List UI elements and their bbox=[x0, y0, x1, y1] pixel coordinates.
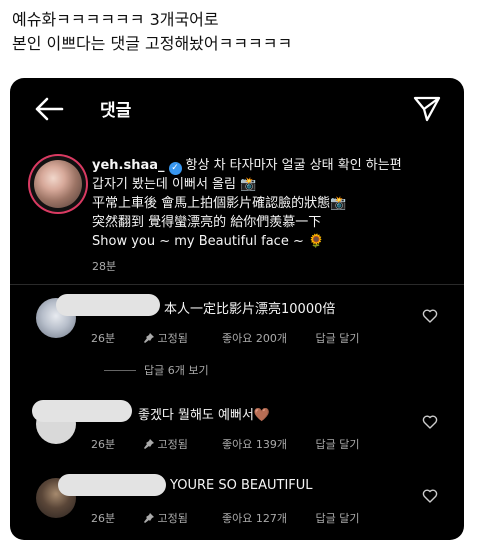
main-comment-text: yeh.shaa_ ✓ 항상 차 타자마자 얼굴 상태 확인 하는편 갑자기 봤는데… bbox=[92, 156, 452, 251]
comment-line-4: 突然翻到 覺得蠻漂亮的 給你們羨慕一下 bbox=[92, 215, 322, 230]
likes-count[interactable]: 좋아요 127개 bbox=[222, 510, 312, 526]
main-comment: yeh.shaa_ ✓ 항상 차 타자마자 얼굴 상태 확인 하는편 갑자기 봤는데… bbox=[10, 144, 464, 273]
comment-line-5: Show you ~ my Beautiful face ~ 🌻 bbox=[92, 234, 325, 249]
reply-item: 좋겠다 뭘해도 예뻐서🤎 26분 고정됨 좋아요 139개 답글 달기 bbox=[10, 400, 464, 464]
reply-meta: 26분 고정됨 좋아요 127개 답글 달기 bbox=[91, 510, 359, 526]
verified-badge-icon: ✓ bbox=[168, 162, 182, 175]
redacted-username bbox=[32, 400, 132, 422]
reply-item: 本人一定比影片漂亮10000倍 26분 고정됨 좋아요 200개 답글 달기 bbox=[10, 294, 464, 358]
arrow-left-icon[interactable] bbox=[32, 94, 66, 124]
profile-avatar[interactable] bbox=[30, 156, 86, 212]
reply-button[interactable]: 답글 달기 bbox=[316, 510, 360, 526]
heart-icon[interactable] bbox=[422, 308, 438, 324]
reply-text: YOURE SO BEAUTIFUL bbox=[170, 478, 313, 493]
view-replies-button[interactable]: 답글 6개 보기 bbox=[104, 362, 209, 378]
comments-screen: 댓글 yeh.shaa_ ✓ 항상 차 타자마자 얼굴 상태 확인 하는편 갑자기 … bbox=[10, 78, 464, 540]
pinned-label: 고정됨 bbox=[143, 330, 219, 346]
post-line-1: 예슈화ㅋㅋㅋㅋㅋㅋ 3개국어로 bbox=[12, 10, 219, 29]
pinned-label: 고정됨 bbox=[143, 510, 219, 526]
reply-item: YOURE SO BEAUTIFUL 26분 고정됨 좋아요 127개 답글 달… bbox=[10, 474, 464, 538]
comment-line-2: 갑자기 봤는데 이뻐서 올림 📸 bbox=[92, 177, 257, 192]
reply-text: 좋겠다 뭘해도 예뻐서🤎 bbox=[138, 408, 271, 423]
pin-icon bbox=[143, 439, 154, 449]
redacted-username bbox=[58, 474, 166, 496]
comment-line-1: 항상 차 타자마자 얼굴 상태 확인 하는편 bbox=[185, 158, 402, 173]
reply-button[interactable]: 답글 달기 bbox=[316, 436, 360, 452]
paper-plane-icon[interactable] bbox=[412, 94, 442, 124]
post-text: 예슈화ㅋㅋㅋㅋㅋㅋ 3개국어로 본인 이쁘다는 댓글 고정해놨어ㅋㅋㅋㅋㅋ bbox=[12, 8, 472, 56]
reply-meta: 26분 고정됨 좋아요 200개 답글 달기 bbox=[91, 330, 359, 346]
top-bar: 댓글 bbox=[10, 78, 464, 140]
pin-icon bbox=[143, 333, 154, 343]
pinned-label: 고정됨 bbox=[143, 436, 219, 452]
comment-time: 28분 bbox=[92, 260, 117, 273]
reply-text: 本人一定比影片漂亮10000倍 bbox=[164, 302, 336, 317]
page-title: 댓글 bbox=[100, 101, 132, 121]
reply-time: 26분 bbox=[91, 438, 116, 451]
reply-button[interactable]: 답글 달기 bbox=[316, 330, 360, 346]
pin-icon bbox=[143, 513, 154, 523]
reply-time: 26분 bbox=[91, 512, 116, 525]
username[interactable]: yeh.shaa_ bbox=[92, 158, 165, 173]
heart-icon[interactable] bbox=[422, 488, 438, 504]
replies-bar bbox=[104, 370, 136, 371]
post-line-2: 본인 이쁘다는 댓글 고정해놨어ㅋㅋㅋㅋㅋ bbox=[12, 34, 293, 53]
likes-count[interactable]: 좋아요 139개 bbox=[222, 436, 312, 452]
heart-icon[interactable] bbox=[422, 414, 438, 430]
comment-line-3: 平常上車後 會馬上拍個影片確認臉的狀態📸 bbox=[92, 196, 347, 211]
divider bbox=[10, 284, 464, 285]
reply-meta: 26분 고정됨 좋아요 139개 답글 달기 bbox=[91, 436, 359, 452]
likes-count[interactable]: 좋아요 200개 bbox=[222, 330, 312, 346]
redacted-username bbox=[56, 294, 160, 316]
reply-time: 26분 bbox=[91, 332, 116, 345]
